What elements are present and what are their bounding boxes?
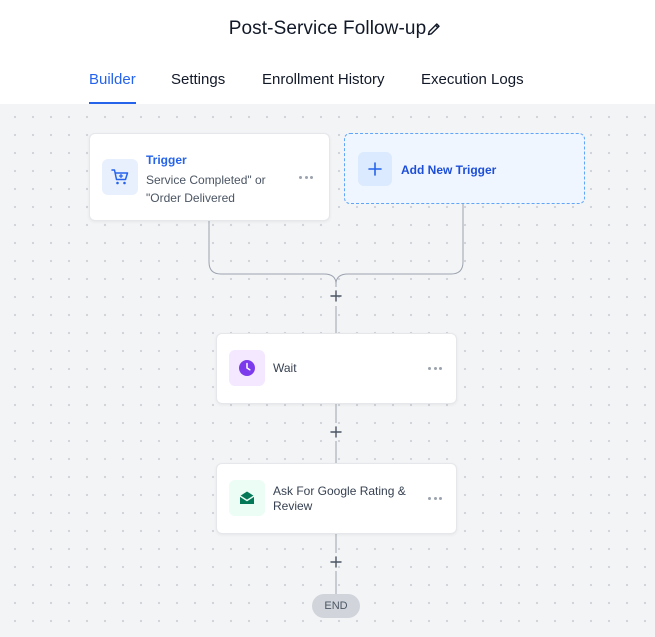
more-dots-icon	[428, 366, 432, 370]
trigger-description: Service Completed" or "Order Delivered	[146, 173, 266, 205]
workflow-canvas[interactable]: Trigger Service Completed" or "Order Del…	[0, 104, 655, 637]
trigger-more-button[interactable]	[295, 170, 317, 184]
add-new-trigger-button[interactable]: Add New Trigger	[344, 133, 585, 204]
cart-icon-box	[102, 159, 138, 195]
wait-more-button[interactable]	[424, 361, 446, 375]
cart-icon	[111, 169, 129, 185]
plus-icon	[330, 556, 342, 568]
workflow-header: Post-Service Follow-up	[0, 0, 655, 58]
add-step-button[interactable]	[328, 554, 344, 570]
email-more-button[interactable]	[424, 491, 446, 505]
wait-step-label: Wait	[273, 361, 297, 375]
trigger-node[interactable]: Trigger Service Completed" or "Order Del…	[89, 133, 330, 221]
tab-enrollment-history[interactable]: Enrollment History	[262, 57, 385, 103]
tab-execution-logs[interactable]: Execution Logs	[421, 57, 524, 103]
plus-icon	[368, 162, 382, 176]
edit-title-button[interactable]	[424, 19, 444, 39]
tab-settings[interactable]: Settings	[171, 57, 225, 103]
add-trigger-label: Add New Trigger	[401, 163, 497, 177]
pencil-icon	[427, 23, 440, 36]
add-step-button[interactable]	[328, 288, 344, 304]
tab-builder[interactable]: Builder	[89, 57, 136, 104]
wait-step-node[interactable]: Wait	[216, 333, 457, 404]
email-step-label: Ask For Google Rating & Review	[273, 484, 406, 513]
add-trigger-icon-box	[358, 152, 392, 186]
plus-icon	[330, 426, 342, 438]
workflow-title: Post-Service Follow-up	[228, 17, 427, 39]
clock-icon-box	[229, 350, 265, 386]
trigger-label: Trigger	[146, 153, 187, 167]
clock-icon	[239, 360, 255, 376]
end-marker: END	[312, 594, 360, 618]
email-step-node[interactable]: Ask For Google Rating & Review	[216, 463, 457, 534]
tab-bar: Builder Settings Enrollment History Exec…	[0, 57, 655, 105]
email-icon	[239, 491, 255, 504]
plus-icon	[330, 290, 342, 302]
more-dots-icon	[299, 175, 303, 179]
more-dots-icon	[428, 496, 432, 500]
add-step-button[interactable]	[328, 424, 344, 440]
email-icon-box	[229, 480, 265, 516]
